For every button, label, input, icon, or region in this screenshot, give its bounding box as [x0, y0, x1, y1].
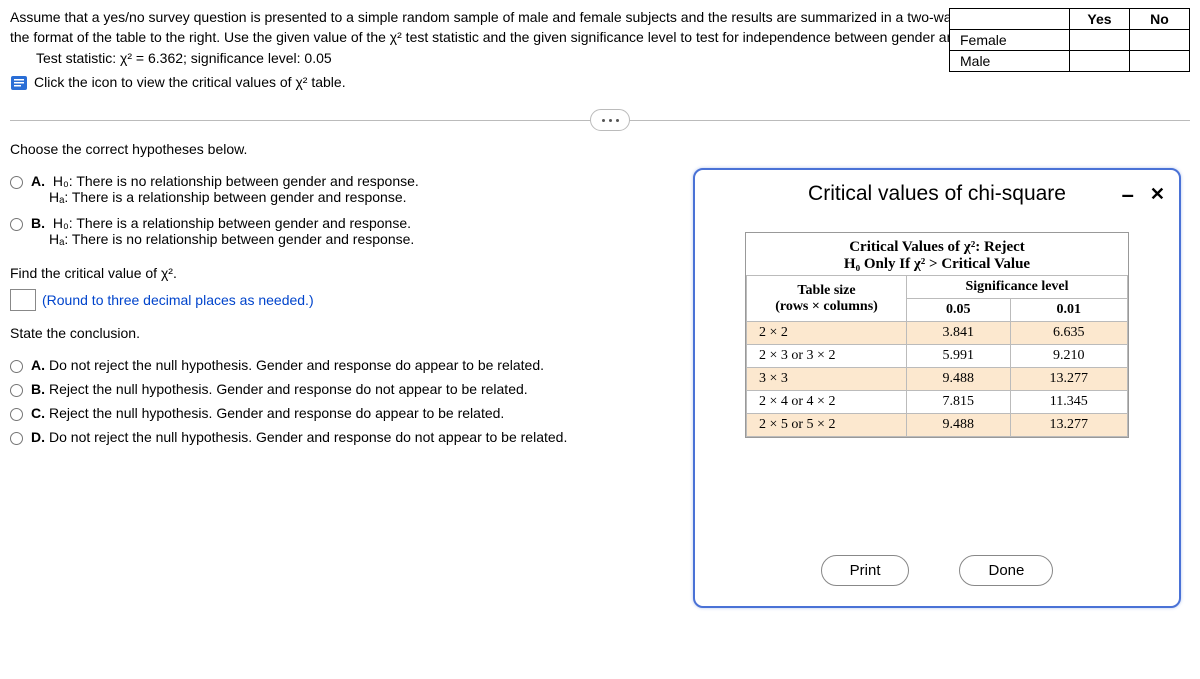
cv-table: Table size (rows × columns) Significance… — [746, 275, 1128, 437]
cv-sig-001: 0.01 — [1010, 299, 1127, 322]
conclusion-options: A.Do not reject the null hypothesis. Gen… — [10, 357, 690, 445]
q1-b-h0: H₀: There is a relationship between gend… — [53, 215, 411, 231]
q1-options: A. H₀: There is no relationship between … — [10, 173, 690, 247]
cv-table-container: Critical Values of χ²: Reject H₀ Only If… — [745, 232, 1129, 438]
q2-opt-a: Do not reject the null hypothesis. Gende… — [49, 357, 544, 373]
cv-header-size1: Table size — [797, 283, 855, 298]
col-no: No — [1130, 9, 1190, 30]
cv-row: 2 × 3 or 3 × 2 5.991 9.210 — [747, 345, 1128, 368]
two-way-table: Yes No Female Male — [949, 8, 1190, 72]
problem-statement: Assume that a yes/no survey question is … — [10, 8, 1030, 92]
q1-radio-a[interactable] — [10, 176, 23, 189]
q1-radio-b[interactable] — [10, 218, 23, 231]
round-note: (Round to three decimal places as needed… — [42, 292, 314, 308]
q1-a-h0: H₀: There is no relationship between gen… — [53, 173, 419, 189]
q2-radio-d[interactable] — [10, 432, 23, 445]
cv-caption-2: H₀ Only If χ² > Critical Value — [844, 256, 1030, 272]
q1-a-ha: Hₐ: There is a relationship between gend… — [49, 189, 407, 205]
q1-b-ha: Hₐ: There is no relationship between gen… — [49, 231, 414, 247]
critical-values-modal: Critical values of chi-square – ✕ Critic… — [693, 168, 1181, 608]
click-icon-text: Click the icon to view the critical valu… — [34, 73, 346, 93]
col-yes: Yes — [1070, 9, 1130, 30]
test-statistic-line: Test statistic: χ² = 6.362; significance… — [36, 49, 1030, 69]
cv-caption-1: Critical Values of χ²: Reject — [849, 239, 1025, 255]
critical-value-input[interactable] — [10, 289, 36, 311]
row-male: Male — [950, 51, 1070, 72]
modal-title: Critical values of chi-square — [808, 182, 1066, 206]
cv-header-sig: Significance level — [907, 276, 1128, 299]
minimize-icon[interactable]: – — [1122, 190, 1134, 200]
cv-row: 2 × 4 or 4 × 2 7.815 11.345 — [747, 391, 1128, 414]
cv-caption: Critical Values of χ²: Reject H₀ Only If… — [746, 233, 1128, 275]
cv-sig-005: 0.05 — [907, 299, 1011, 322]
row-female: Female — [950, 30, 1070, 51]
q2-opt-c: Reject the null hypothesis. Gender and r… — [49, 405, 504, 421]
more-icon[interactable] — [590, 109, 630, 131]
divider — [10, 120, 1190, 121]
q2-opt-b: Reject the null hypothesis. Gender and r… — [49, 381, 528, 397]
find-cv-prompt: Find the critical value of χ². — [10, 265, 690, 281]
cv-row: 2 × 5 or 5 × 2 9.488 13.277 — [747, 414, 1128, 437]
close-icon[interactable]: ✕ — [1150, 184, 1165, 205]
conclusion-prompt: State the conclusion. — [10, 325, 690, 341]
cv-header-size2: (rows × columns) — [775, 299, 878, 314]
done-button[interactable]: Done — [959, 555, 1053, 586]
q1-prompt: Choose the correct hypotheses below. — [10, 141, 690, 157]
book-icon[interactable] — [10, 74, 28, 92]
print-button[interactable]: Print — [821, 555, 910, 586]
q2-radio-b[interactable] — [10, 384, 23, 397]
problem-text-main: Assume that a yes/no survey question is … — [10, 9, 1028, 45]
q2-radio-a[interactable] — [10, 360, 23, 373]
q2-radio-c[interactable] — [10, 408, 23, 421]
cv-row: 2 × 2 3.841 6.635 — [747, 322, 1128, 345]
cv-row: 3 × 3 9.488 13.277 — [747, 368, 1128, 391]
q2-opt-d: Do not reject the null hypothesis. Gende… — [49, 429, 567, 445]
